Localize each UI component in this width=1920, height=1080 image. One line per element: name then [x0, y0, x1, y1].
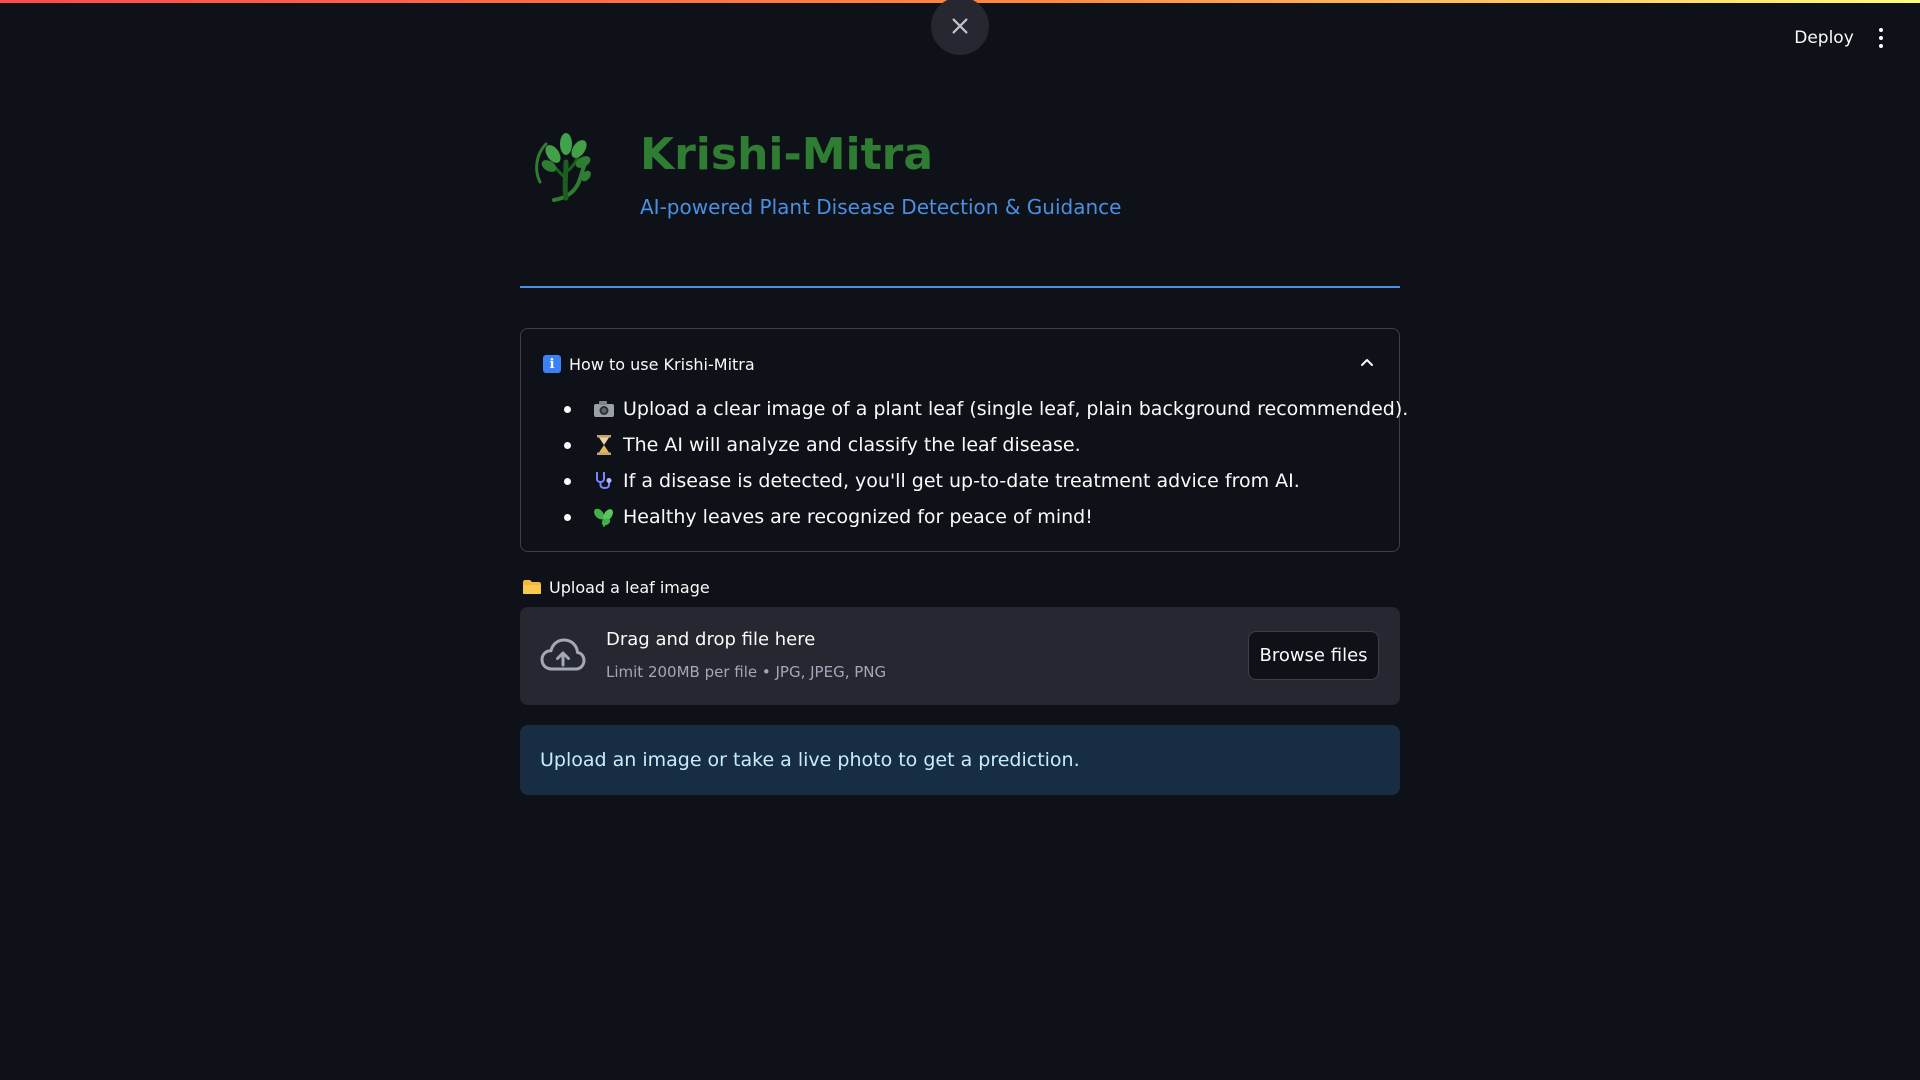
header-divider [520, 286, 1400, 288]
bullet [564, 406, 571, 413]
deploy-button[interactable]: Deploy [1782, 25, 1866, 51]
app-title: Krishi-Mitra [640, 129, 934, 180]
drop-limit-text: Limit 200MB per file • JPG, JPEG, PNG [606, 663, 887, 681]
close-icon [952, 18, 968, 34]
list-item: The AI will analyze and classify the lea… [543, 427, 1408, 463]
list-item: If a disease is detected, you'll get up-… [543, 463, 1408, 499]
folder-icon [523, 580, 541, 594]
expander-header[interactable]: i How to use Krishi-Mitra [543, 349, 1379, 379]
upload-label-text: Upload a leaf image [549, 577, 710, 597]
list-item: Healthy leaves are recognized for peace … [543, 499, 1408, 535]
bullet [564, 442, 571, 449]
upload-label: Upload a leaf image [522, 574, 710, 600]
stethoscope-icon [593, 470, 615, 492]
drop-title: Drag and drop file here [606, 629, 816, 650]
bullet [564, 514, 571, 521]
file-dropzone[interactable]: Drag and drop file here Limit 200MB per … [520, 607, 1400, 705]
chevron-up-icon[interactable] [1359, 355, 1375, 371]
list-item: Upload a clear image of a plant leaf (si… [543, 391, 1408, 427]
cloud-upload-icon [540, 638, 586, 671]
instruction-text: The AI will analyze and classify the lea… [623, 434, 1081, 456]
expander-title: How to use Krishi-Mitra [569, 354, 755, 374]
bullet [564, 478, 571, 485]
instructions-list: Upload a clear image of a plant leaf (si… [543, 391, 1408, 535]
browse-files-button[interactable]: Browse files [1248, 631, 1379, 680]
more-vertical-icon [1879, 28, 1883, 32]
instruction-text: Healthy leaves are recognized for peace … [623, 506, 1093, 528]
how-to-use-expander: i How to use Krishi-Mitra Upload a clear… [520, 328, 1408, 552]
main-menu-button[interactable] [1870, 23, 1892, 53]
camera-icon [593, 398, 615, 420]
close-button[interactable] [931, 0, 989, 55]
app-subtitle: AI-powered Plant Disease Detection & Gui… [640, 195, 1122, 219]
info-icon: i [543, 355, 561, 373]
info-message: Upload an image or take a live photo to … [520, 725, 1400, 795]
herb-icon [593, 506, 615, 528]
instruction-text: If a disease is detected, you'll get up-… [623, 470, 1300, 492]
tree-logo-icon [535, 133, 591, 202]
instruction-text: Upload a clear image of a plant leaf (si… [623, 398, 1409, 420]
hourglass-icon [593, 434, 615, 456]
